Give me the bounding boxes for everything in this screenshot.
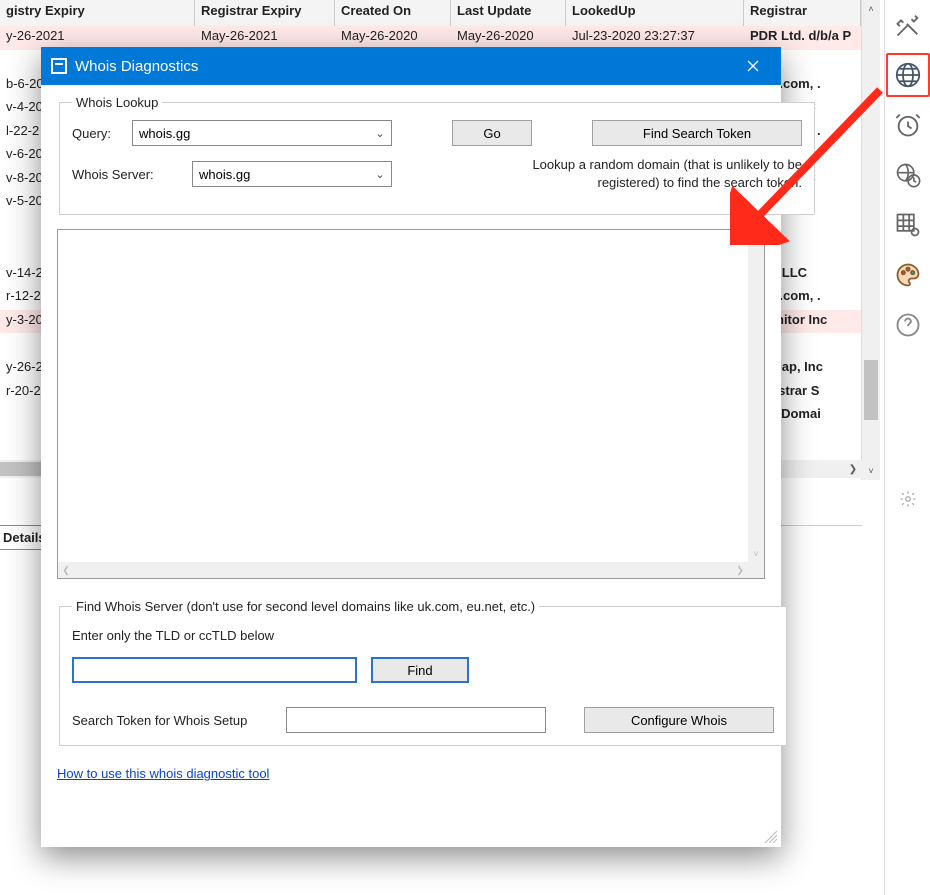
scroll-left-icon[interactable]: ❮ [58, 562, 74, 578]
scroll-right-icon[interactable]: ❯ [844, 460, 862, 478]
whois-lookup-group: Whois Lookup Query: ⌄ Go Find Search Tok… [59, 95, 815, 215]
tld-instruction-label: Enter only the TLD or ccTLD below [72, 628, 774, 643]
palette-icon[interactable] [886, 253, 930, 297]
whois-server-label: Whois Server: [72, 167, 192, 182]
scroll-right-icon[interactable]: ❯ [732, 562, 748, 578]
table-cell: May-26-2021 [195, 26, 335, 50]
right-tool-strip [884, 0, 930, 895]
table-cell: PDR Ltd. d/b/a P [744, 26, 861, 50]
find-whois-server-group: Find Whois Server (don't use for second … [59, 599, 787, 746]
dialog-titlebar[interactable]: Whois Diagnostics [41, 47, 781, 85]
table-cell: May-26-2020 [335, 26, 451, 50]
output-horizontal-scrollbar[interactable]: ❮ ❯ [58, 562, 764, 578]
scroll-down-icon[interactable]: ˅ [748, 546, 764, 562]
search-token-input[interactable] [286, 707, 546, 733]
whois-output-textarea[interactable]: ˄ ˅ ❮ ❯ [57, 229, 765, 579]
col-lookedup[interactable]: LookedUp [566, 0, 744, 26]
chevron-down-icon[interactable]: ⌄ [369, 162, 391, 186]
col-registry-expiry[interactable]: gistry Expiry [0, 0, 195, 26]
table-cell: May-26-2020 [451, 26, 566, 50]
search-token-label: Search Token for Whois Setup [72, 713, 272, 728]
col-created-on[interactable]: Created On [335, 0, 451, 26]
find-search-token-button[interactable]: Find Search Token [592, 120, 802, 146]
globe-whois-icon[interactable] [886, 53, 930, 97]
whois-diagnostics-dialog: Whois Diagnostics Whois Lookup Query: ⌄ … [41, 47, 781, 847]
close-icon [747, 60, 759, 72]
alarm-clock-icon[interactable] [886, 103, 930, 147]
chevron-down-icon[interactable]: ⌄ [369, 121, 391, 145]
col-registrar[interactable]: Registrar [744, 0, 861, 26]
col-registrar-expiry[interactable]: Registrar Expiry [195, 0, 335, 26]
tools-icon[interactable] [886, 3, 930, 47]
output-vertical-scrollbar[interactable]: ˄ ˅ [748, 230, 764, 562]
close-button[interactable] [731, 47, 775, 85]
gear-icon[interactable] [899, 490, 917, 511]
scrollbar-thumb[interactable] [864, 360, 878, 420]
vertical-scrollbar[interactable]: ˄ ˅ [862, 0, 880, 480]
help-link[interactable]: How to use this whois diagnostic tool [57, 766, 269, 781]
dialog-title: Whois Diagnostics [75, 58, 198, 75]
query-input[interactable] [132, 120, 392, 146]
table-row[interactable]: y-26-2021May-26-2021May-26-2020May-26-20… [0, 26, 861, 50]
table-cell: Jul-23-2020 23:27:37 [566, 26, 744, 50]
find-whois-server-legend: Find Whois Server (don't use for second … [72, 599, 539, 614]
resize-grip-icon[interactable] [763, 829, 777, 843]
tld-input[interactable] [72, 657, 357, 683]
configure-whois-button[interactable]: Configure Whois [584, 707, 774, 733]
go-button[interactable]: Go [452, 120, 532, 146]
find-button[interactable]: Find [371, 657, 469, 683]
scroll-down-icon[interactable]: ˅ [862, 462, 880, 480]
query-label: Query: [72, 126, 132, 141]
table-header-row: gistry Expiry Registrar Expiry Created O… [0, 0, 861, 26]
grid-gear-icon[interactable] [886, 203, 930, 247]
globe-clock-icon[interactable] [886, 153, 930, 197]
window-icon [51, 58, 67, 74]
help-icon[interactable] [886, 303, 930, 347]
whois-lookup-legend: Whois Lookup [72, 95, 162, 110]
scroll-up-icon[interactable]: ˄ [862, 0, 880, 18]
table-cell: y-26-2021 [0, 26, 195, 50]
scroll-up-icon[interactable]: ˄ [748, 230, 764, 246]
col-last-update[interactable]: Last Update [451, 0, 566, 26]
whois-server-input[interactable] [192, 161, 392, 187]
search-token-hint: Lookup a random domain (that is unlikely… [502, 156, 802, 192]
